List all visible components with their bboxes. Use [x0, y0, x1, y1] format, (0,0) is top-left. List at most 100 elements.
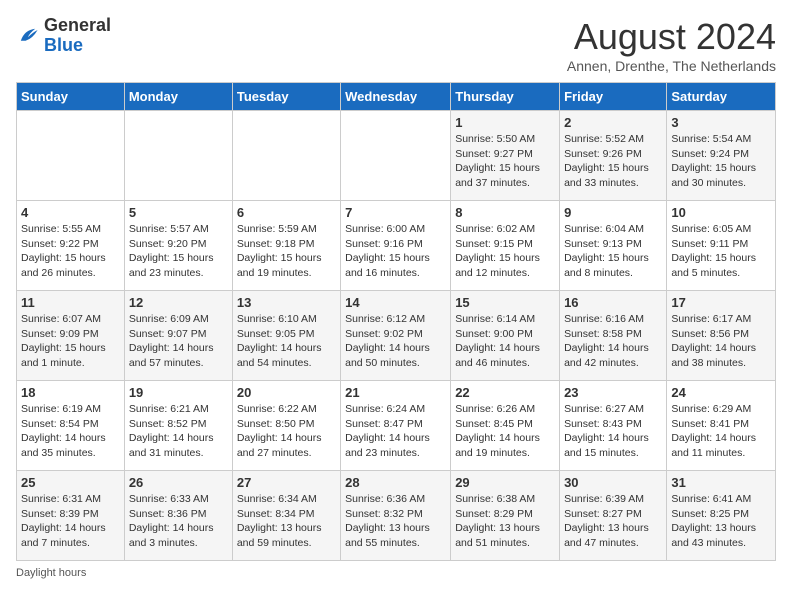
- page-header: General Blue August 2024 Annen, Drenthe,…: [16, 16, 776, 74]
- day-info: Sunrise: 5:59 AM Sunset: 9:18 PM Dayligh…: [237, 222, 336, 281]
- logo-general-text: General: [44, 15, 111, 35]
- day-number: 23: [564, 385, 662, 400]
- day-info: Sunrise: 6:26 AM Sunset: 8:45 PM Dayligh…: [455, 402, 555, 461]
- calendar-cell: [17, 111, 125, 201]
- calendar-cell: [124, 111, 232, 201]
- calendar-cell: 12Sunrise: 6:09 AM Sunset: 9:07 PM Dayli…: [124, 291, 232, 381]
- calendar-cell: 16 Sunrise: 6:16 AM Sunset: 8:58 PM Dayli…: [560, 291, 667, 381]
- day-number: 24: [671, 385, 771, 400]
- day-info: Sunrise: 5:50 AM Sunset: 9:27 PM Dayligh…: [455, 132, 555, 191]
- day-number: 31: [671, 475, 771, 490]
- day-header-friday: Friday: [560, 83, 667, 111]
- day-info: Sunrise: 6:16 AM Sunset: 8:58 PM Dayligh…: [564, 312, 662, 371]
- calendar-cell: 29Sunrise: 6:38 AM Sunset: 8:29 PM Dayli…: [451, 471, 560, 561]
- day-info: Sunrise: 6:38 AM Sunset: 8:29 PM Dayligh…: [455, 492, 555, 551]
- calendar-cell: 19 Sunrise: 6:21 AM Sunset: 8:52 PM Dayli…: [124, 381, 232, 471]
- calendar-cell: [341, 111, 451, 201]
- week-row-4: 18Sunrise: 6:19 AM Sunset: 8:54 PM Dayli…: [17, 381, 776, 471]
- day-info: Sunrise: 6:12 AM Sunset: 9:02 PM Dayligh…: [345, 312, 446, 371]
- day-number: 19: [129, 385, 228, 400]
- calendar-cell: 14 Sunrise: 6:12 AM Sunset: 9:02 PM Dayli…: [341, 291, 451, 381]
- calendar-cell: 7 Sunrise: 6:00 AM Sunset: 9:16 PM Daylig…: [341, 201, 451, 291]
- calendar-cell: 20 Sunrise: 6:22 AM Sunset: 8:50 PM Dayli…: [232, 381, 340, 471]
- calendar-header: SundayMondayTuesdayWednesdayThursdayFrid…: [17, 83, 776, 111]
- day-info: Sunrise: 6:29 AM Sunset: 8:41 PM Dayligh…: [671, 402, 771, 461]
- calendar-cell: 23 Sunrise: 6:27 AM Sunset: 8:43 PM Dayli…: [560, 381, 667, 471]
- day-number: 9: [564, 205, 662, 220]
- day-number: 11: [21, 295, 120, 310]
- day-header-tuesday: Tuesday: [232, 83, 340, 111]
- calendar-body: 1Sunrise: 5:50 AM Sunset: 9:27 PM Daylig…: [17, 111, 776, 561]
- calendar-cell: 17 Sunrise: 6:17 AM Sunset: 8:56 PM Dayli…: [667, 291, 776, 381]
- day-number: 7: [345, 205, 446, 220]
- day-info: Sunrise: 6:33 AM Sunset: 8:36 PM Dayligh…: [129, 492, 228, 551]
- day-info: Sunrise: 6:19 AM Sunset: 8:54 PM Dayligh…: [21, 402, 120, 461]
- calendar-cell: 24 Sunrise: 6:29 AM Sunset: 8:41 PM Dayli…: [667, 381, 776, 471]
- day-number: 22: [455, 385, 555, 400]
- day-info: Sunrise: 6:36 AM Sunset: 8:32 PM Dayligh…: [345, 492, 446, 551]
- day-number: 4: [21, 205, 120, 220]
- day-number: 15: [455, 295, 555, 310]
- day-number: 14: [345, 295, 446, 310]
- day-number: 28: [345, 475, 446, 490]
- day-number: 17: [671, 295, 771, 310]
- calendar-cell: 26 Sunrise: 6:33 AM Sunset: 8:36 PM Dayli…: [124, 471, 232, 561]
- calendar-cell: 15 Sunrise: 6:14 AM Sunset: 9:00 PM Dayli…: [451, 291, 560, 381]
- day-info: Sunrise: 5:57 AM Sunset: 9:20 PM Dayligh…: [129, 222, 228, 281]
- day-number: 6: [237, 205, 336, 220]
- daylight-note-text: Daylight hours: [16, 567, 86, 579]
- month-title: August 2024: [567, 16, 776, 58]
- day-info: Sunrise: 6:14 AM Sunset: 9:00 PM Dayligh…: [455, 312, 555, 371]
- day-info: Sunrise: 6:00 AM Sunset: 9:16 PM Dayligh…: [345, 222, 446, 281]
- day-info: Sunrise: 6:24 AM Sunset: 8:47 PM Dayligh…: [345, 402, 446, 461]
- day-info: Sunrise: 6:39 AM Sunset: 8:27 PM Dayligh…: [564, 492, 662, 551]
- calendar-cell: 10Sunrise: 6:05 AM Sunset: 9:11 PM Dayli…: [667, 201, 776, 291]
- calendar-cell: 25Sunrise: 6:31 AM Sunset: 8:39 PM Dayli…: [17, 471, 125, 561]
- logo-bird-icon: [16, 24, 40, 48]
- day-info: Sunrise: 6:27 AM Sunset: 8:43 PM Dayligh…: [564, 402, 662, 461]
- week-row-2: 4 Sunrise: 5:55 AM Sunset: 9:22 PM Daylig…: [17, 201, 776, 291]
- day-number: 16: [564, 295, 662, 310]
- week-row-1: 1Sunrise: 5:50 AM Sunset: 9:27 PM Daylig…: [17, 111, 776, 201]
- day-info: Sunrise: 6:07 AM Sunset: 9:09 PM Dayligh…: [21, 312, 120, 371]
- calendar-cell: 30 Sunrise: 6:39 AM Sunset: 8:27 PM Dayli…: [560, 471, 667, 561]
- day-number: 8: [455, 205, 555, 220]
- logo: General Blue: [16, 16, 111, 56]
- calendar-cell: 18Sunrise: 6:19 AM Sunset: 8:54 PM Dayli…: [17, 381, 125, 471]
- day-header-row: SundayMondayTuesdayWednesdayThursdayFrid…: [17, 83, 776, 111]
- day-number: 13: [237, 295, 336, 310]
- day-info: Sunrise: 6:02 AM Sunset: 9:15 PM Dayligh…: [455, 222, 555, 281]
- calendar-cell: 27Sunrise: 6:34 AM Sunset: 8:34 PM Dayli…: [232, 471, 340, 561]
- week-row-5: 25Sunrise: 6:31 AM Sunset: 8:39 PM Dayli…: [17, 471, 776, 561]
- calendar-cell: 6 Sunrise: 5:59 AM Sunset: 9:18 PM Daylig…: [232, 201, 340, 291]
- calendar-cell: 9 Sunrise: 6:04 AM Sunset: 9:13 PM Daylig…: [560, 201, 667, 291]
- day-number: 26: [129, 475, 228, 490]
- day-info: Sunrise: 6:04 AM Sunset: 9:13 PM Dayligh…: [564, 222, 662, 281]
- day-header-sunday: Sunday: [17, 83, 125, 111]
- calendar-cell: 28 Sunrise: 6:36 AM Sunset: 8:32 PM Dayli…: [341, 471, 451, 561]
- day-number: 25: [21, 475, 120, 490]
- calendar-cell: 22 Sunrise: 6:26 AM Sunset: 8:45 PM Dayli…: [451, 381, 560, 471]
- calendar-cell: 21Sunrise: 6:24 AM Sunset: 8:47 PM Dayli…: [341, 381, 451, 471]
- day-info: Sunrise: 6:10 AM Sunset: 9:05 PM Dayligh…: [237, 312, 336, 371]
- day-number: 20: [237, 385, 336, 400]
- footer-note: Daylight hours: [16, 567, 776, 579]
- day-number: 27: [237, 475, 336, 490]
- day-info: Sunrise: 6:17 AM Sunset: 8:56 PM Dayligh…: [671, 312, 771, 371]
- day-info: Sunrise: 6:05 AM Sunset: 9:11 PM Dayligh…: [671, 222, 771, 281]
- day-info: Sunrise: 6:41 AM Sunset: 8:25 PM Dayligh…: [671, 492, 771, 551]
- day-info: Sunrise: 5:54 AM Sunset: 9:24 PM Dayligh…: [671, 132, 771, 191]
- day-number: 5: [129, 205, 228, 220]
- day-number: 30: [564, 475, 662, 490]
- calendar-cell: 8 Sunrise: 6:02 AM Sunset: 9:15 PM Daylig…: [451, 201, 560, 291]
- calendar-cell: 4 Sunrise: 5:55 AM Sunset: 9:22 PM Daylig…: [17, 201, 125, 291]
- day-info: Sunrise: 5:55 AM Sunset: 9:22 PM Dayligh…: [21, 222, 120, 281]
- day-info: Sunrise: 6:21 AM Sunset: 8:52 PM Dayligh…: [129, 402, 228, 461]
- day-info: Sunrise: 6:22 AM Sunset: 8:50 PM Dayligh…: [237, 402, 336, 461]
- calendar-cell: 11 Sunrise: 6:07 AM Sunset: 9:09 PM Dayli…: [17, 291, 125, 381]
- calendar-table: SundayMondayTuesdayWednesdayThursdayFrid…: [16, 82, 776, 561]
- location-subtitle: Annen, Drenthe, The Netherlands: [567, 58, 776, 74]
- calendar-cell: 5 Sunrise: 5:57 AM Sunset: 9:20 PM Daylig…: [124, 201, 232, 291]
- day-header-wednesday: Wednesday: [341, 83, 451, 111]
- day-number: 12: [129, 295, 228, 310]
